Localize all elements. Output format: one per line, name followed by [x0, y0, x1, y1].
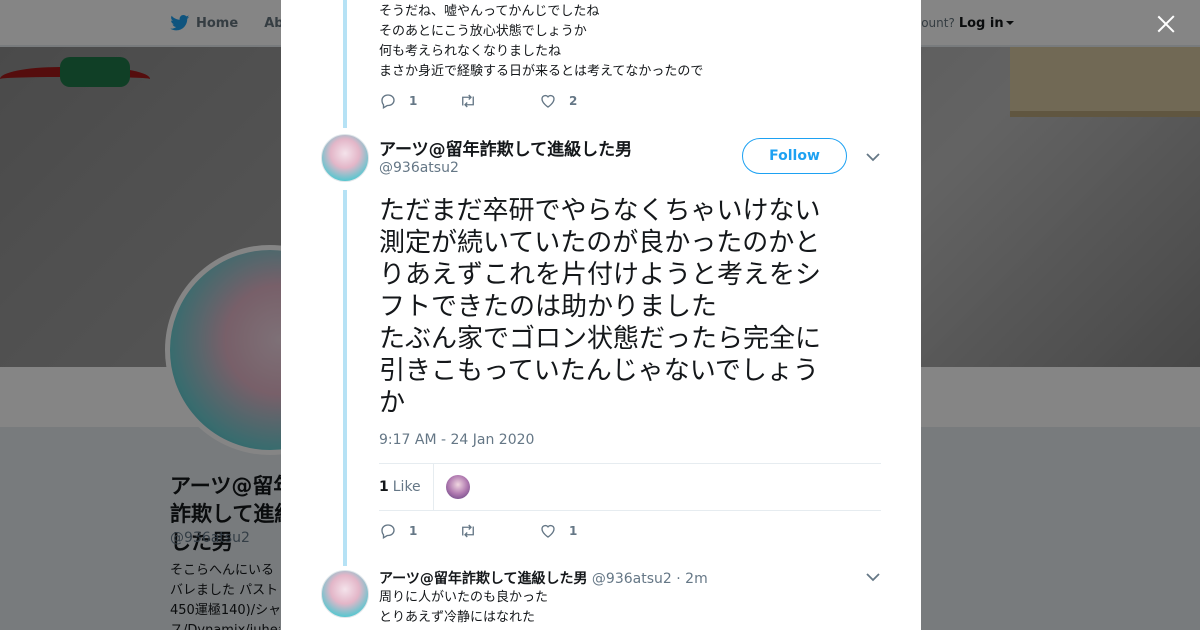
reply-tweet-avatar[interactable] — [321, 570, 369, 618]
follow-button[interactable]: Follow — [742, 138, 847, 174]
reply-button[interactable]: 1 — [379, 522, 459, 540]
reply-count: 1 — [409, 524, 418, 538]
likes-number: 1 — [379, 479, 389, 495]
likes-stat[interactable]: 1 Like — [379, 464, 434, 510]
reply-separator: · — [676, 571, 681, 587]
thread-line-top — [343, 0, 347, 128]
tweet-line: とりあえず冷静にはなれた — [379, 610, 536, 625]
like-button[interactable]: 2 — [539, 92, 619, 110]
previous-tweet-text: そうだね、嘘やんってかんじでしたね そのあとにこう放心状態でしょうか 何も考えら… — [379, 2, 703, 82]
tweet-line: まさか身近で経験する日が来るとは考えてなかったので — [379, 64, 704, 79]
reply-menu-button[interactable] — [866, 572, 880, 582]
reply-time[interactable]: 2m — [685, 571, 708, 587]
like-button[interactable]: 1 — [539, 522, 619, 540]
tweet-modal: そうだね、嘘やんってかんじでしたね そのあとにこう放心状態でしょうか 何も考えら… — [281, 0, 921, 630]
retweet-button[interactable] — [459, 92, 539, 110]
likes-label: Like — [392, 479, 421, 495]
reply-author-name[interactable]: アーツ@留年詐欺して進級した男 — [379, 571, 587, 587]
tweet-line: そうだね、嘘やんってかんじでしたね — [379, 4, 600, 19]
reply-tweet-text: 周りに人がいたのも良かった とりあえず冷静にはなれた — [379, 588, 548, 628]
main-tweet-avatar[interactable] — [321, 134, 369, 182]
previous-tweet-actions: 1 2 — [379, 92, 619, 110]
main-tweet-author-name[interactable]: アーツ@留年詐欺して進級した男 — [379, 135, 632, 160]
heart-icon — [541, 94, 555, 108]
retweet-icon — [462, 524, 474, 538]
like-count: 2 — [569, 94, 578, 108]
like-count: 1 — [569, 524, 578, 538]
chevron-down-icon — [866, 153, 880, 162]
liker-avatar[interactable] — [445, 475, 470, 499]
retweet-button[interactable] — [459, 522, 539, 540]
main-tweet-text: ただまだ卒研でやらなくちゃいけない 測定が続いていたのが良かったのかと りあえず… — [379, 196, 822, 418]
main-tweet-actions: 1 1 — [379, 522, 619, 540]
reply-icon — [381, 524, 395, 539]
retweet-icon — [462, 94, 474, 108]
tweet-line: 周りに人がいたのも良かった — [379, 590, 549, 605]
reply-icon — [381, 94, 395, 109]
reply-count: 1 — [409, 94, 418, 108]
tweet-line: そのあとにこう放心状態でしょうか — [379, 24, 587, 39]
reply-tweet-header: アーツ@留年詐欺して進級した男 @936atsu2 · 2m — [379, 568, 708, 588]
main-tweet-author-handle[interactable]: @936atsu2 — [379, 160, 459, 176]
reply-button[interactable]: 1 — [379, 92, 459, 110]
tweet-menu-button[interactable] — [866, 152, 880, 162]
chevron-down-icon — [866, 573, 880, 582]
main-tweet-timestamp[interactable]: 9:17 AM - 24 Jan 2020 — [379, 432, 534, 448]
tweet-line: 何も考えられなくなりましたね — [379, 44, 562, 59]
heart-icon — [541, 524, 555, 538]
reply-author-handle[interactable]: @936atsu2 — [592, 571, 672, 587]
tweet-stats: 1 Like — [379, 463, 881, 511]
close-icon[interactable] — [1154, 12, 1178, 36]
thread-line-main — [343, 190, 347, 566]
